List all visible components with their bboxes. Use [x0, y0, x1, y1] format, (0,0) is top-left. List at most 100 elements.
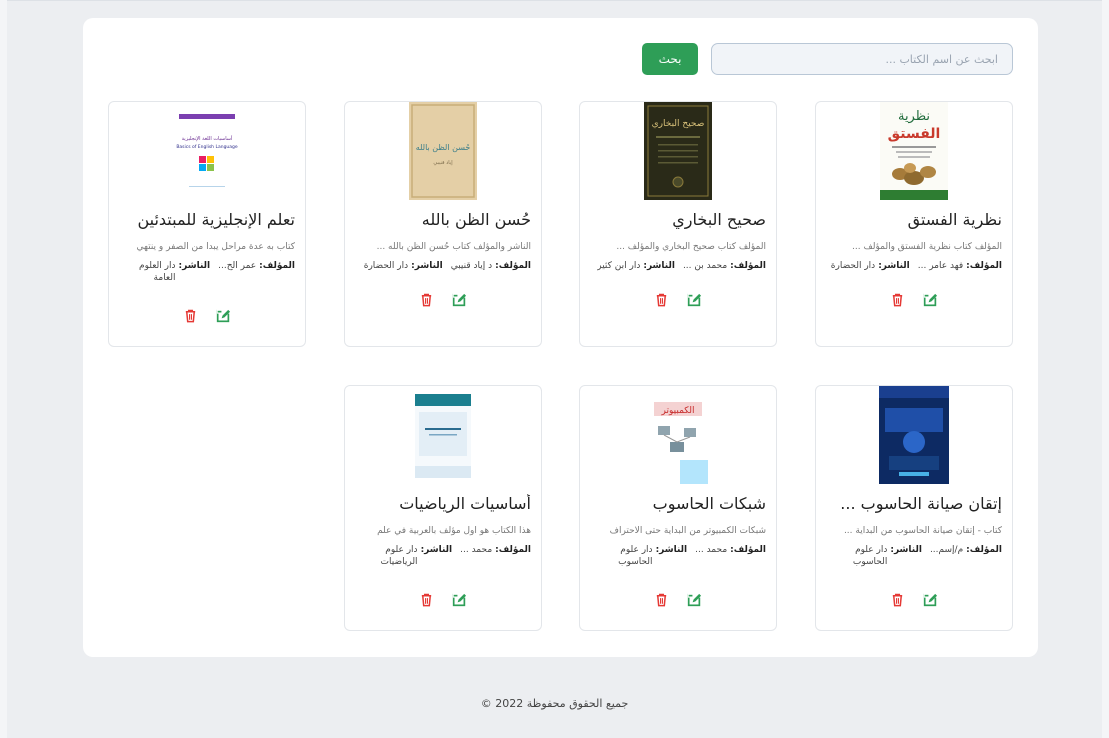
book-card[interactable]: إتقان صيانة الحاسوب ... كتاب - إتقان صيا…	[815, 385, 1013, 631]
book-cover-image: أساسيات اللغة الإنجليزية Basics of Engli…	[167, 102, 247, 200]
search-input[interactable]	[711, 43, 1013, 75]
book-meta: المؤلف: محمد ... الناشر: دار علوم الحاسو…	[590, 544, 766, 568]
book-cover-image: صحيح البخاري	[644, 102, 712, 200]
publisher-value: دار علوم الحاسوب	[852, 545, 888, 567]
book-description: هذا الكتاب هو أول مؤلف بالعربية في علم	[377, 526, 531, 536]
publisher-label: الناشر:	[890, 545, 922, 555]
book-description: شبكات الكمبيوتر من البداية حتى الاحتراف	[609, 526, 766, 536]
book-card[interactable]: نظرية الفستق نظرية الفستق المؤلف كتاب نظ…	[815, 101, 1013, 347]
edit-icon[interactable]	[452, 592, 467, 607]
book-title[interactable]: حُسن الظن بالله	[355, 210, 531, 229]
book-title[interactable]: شبكات الحاسوب	[590, 494, 766, 513]
author-label: المؤلف:	[730, 261, 766, 271]
author-value: محمد ...	[695, 545, 728, 555]
card-actions	[816, 592, 1012, 607]
author-value: م/إسم...	[929, 545, 964, 555]
cover-author: إياد قنيبي	[433, 160, 453, 166]
card-actions	[109, 308, 305, 323]
cover-title-main: حُسن الظن بالله	[416, 143, 471, 152]
author-value: محمد ...	[460, 545, 493, 555]
book-meta: المؤلف: محمد بن ... الناشر: دار ابن كثير	[590, 260, 766, 272]
cover-title-en: Basics of English Language	[176, 144, 238, 150]
edit-icon[interactable]	[687, 292, 702, 307]
edit-icon[interactable]	[923, 292, 938, 307]
author-field: المؤلف: محمد بن ...	[683, 260, 766, 272]
delete-icon[interactable]	[890, 592, 905, 607]
delete-icon[interactable]	[183, 308, 198, 323]
publisher-label: الناشر:	[178, 261, 211, 271]
book-title[interactable]: إتقان صيانة الحاسوب ...	[826, 494, 1002, 513]
publisher-value: دار ابن كثير	[597, 261, 641, 271]
publisher-label: الناشر:	[643, 261, 675, 271]
author-field: المؤلف: د إياد قنيبي	[451, 260, 531, 272]
delete-icon[interactable]	[890, 292, 905, 307]
publisher-value: دار العلوم العامة	[139, 261, 176, 283]
author-field: المؤلف: عمر الح...	[218, 260, 295, 272]
book-description: المؤلف كتاب صحيح البخاري والمؤلف ...	[616, 242, 766, 252]
book-card[interactable]: أساسيات الرياضيات هذا الكتاب هو أول مؤلف…	[344, 385, 542, 631]
book-description: كتاب به عدة مراحل يبدأ من الصفر و ينتهي	[136, 242, 295, 252]
publisher-field: الناشر: دار ابن كثير	[597, 260, 675, 272]
publisher-value: دار الحضارة	[830, 261, 876, 271]
author-label: المؤلف:	[966, 261, 1002, 271]
author-value: محمد بن ...	[682, 261, 728, 271]
book-title[interactable]: نظرية الفستق	[826, 210, 1002, 229]
book-meta: المؤلف: م/إسم... الناشر: دار علوم الحاسو…	[826, 544, 1002, 568]
book-cover-image: نظرية الفستق	[880, 102, 948, 200]
edit-icon[interactable]	[687, 592, 702, 607]
author-label: المؤلف:	[495, 545, 531, 555]
author-field: المؤلف: محمد ...	[695, 544, 766, 556]
author-value: فهد عامر ...	[917, 261, 964, 271]
publisher-label: الناشر:	[878, 261, 910, 271]
publisher-value: دار علوم الحاسوب	[618, 545, 653, 567]
delete-icon[interactable]	[419, 592, 434, 607]
publisher-label: الناشر:	[655, 545, 688, 555]
book-title[interactable]: صحيح البخاري	[590, 210, 766, 229]
cover-title-top: نظرية	[898, 109, 930, 124]
publisher-field: الناشر: دار علوم الرياضيات	[356, 544, 453, 568]
card-actions	[345, 592, 541, 607]
author-value: د إياد قنيبي	[450, 261, 493, 271]
edit-icon[interactable]	[923, 592, 938, 607]
publisher-field: الناشر: دار العلوم العامة	[119, 260, 210, 284]
cover-title-main: الفستق	[888, 126, 941, 142]
book-description: الناشر والمؤلف كتاب حُسن الظن بالله ...	[376, 242, 531, 252]
book-card[interactable]: حُسن الظن بالله إياد قنيبي حُسن الظن بال…	[344, 101, 542, 347]
book-title[interactable]: أساسيات الرياضيات	[355, 494, 531, 513]
book-cover-image: حُسن الظن بالله إياد قنيبي	[409, 102, 477, 200]
book-card[interactable]: صحيح البخاري صحيح البخاري المؤلف كتاب صح…	[579, 101, 777, 347]
publisher-field: الناشر: دار الحضارة	[831, 260, 910, 272]
card-actions	[816, 292, 1012, 307]
publisher-label: الناشر:	[420, 545, 453, 555]
book-description: كتاب - إتقان صيانة الحاسوب من البداية ..…	[843, 526, 1002, 536]
author-value: عمر الح...	[218, 261, 257, 271]
search-button[interactable]: بحث	[642, 43, 698, 75]
footer-copyright: جميع الحقوق محفوظة 2022 ©	[480, 697, 629, 710]
edit-icon[interactable]	[216, 308, 231, 323]
author-label: المؤلف:	[259, 261, 295, 271]
book-meta: المؤلف: عمر الح... الناشر: دار العلوم ال…	[119, 260, 295, 284]
delete-icon[interactable]	[654, 592, 669, 607]
book-cover-image: الكمبيوتر	[644, 386, 712, 484]
book-meta: المؤلف: محمد ... الناشر: دار علوم الرياض…	[355, 544, 531, 568]
book-card[interactable]: الكمبيوتر شبكات الحاسوب شبكات الكمبيوتر …	[579, 385, 777, 631]
delete-icon[interactable]	[419, 292, 434, 307]
edit-icon[interactable]	[452, 292, 467, 307]
cover-title-main: صحيح البخاري	[652, 119, 705, 129]
publisher-label: الناشر:	[411, 261, 443, 271]
author-label: المؤلف:	[495, 261, 531, 271]
publisher-field: الناشر: دار علوم الحاسوب	[826, 544, 922, 568]
card-actions	[345, 292, 541, 307]
cover-title-main: الكمبيوتر	[661, 406, 695, 416]
book-meta: المؤلف: د إياد قنيبي الناشر: دار الحضارة	[355, 260, 531, 272]
book-meta: المؤلف: فهد عامر ... الناشر: دار الحضارة	[826, 260, 1002, 272]
author-label: المؤلف:	[730, 545, 766, 555]
book-card[interactable]: أساسيات اللغة الإنجليزية Basics of Engli…	[108, 101, 306, 347]
book-cover-image	[879, 386, 949, 484]
book-title[interactable]: تعلم الإنجليزية للمبتدئين	[119, 210, 295, 229]
author-label: المؤلف:	[966, 545, 1002, 555]
author-field: المؤلف: فهد عامر ...	[918, 260, 1002, 272]
author-field: المؤلف: محمد ...	[460, 544, 531, 556]
delete-icon[interactable]	[654, 292, 669, 307]
book-description: المؤلف كتاب نظرية الفستق والمؤلف ...	[852, 242, 1002, 252]
